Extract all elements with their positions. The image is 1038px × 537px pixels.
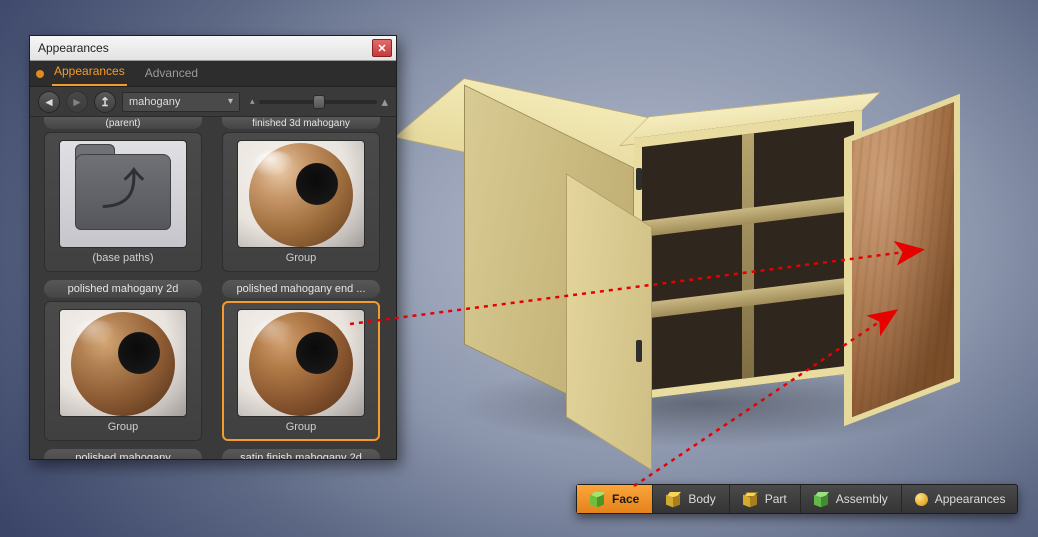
- target-face-button[interactable]: Face: [577, 485, 653, 513]
- nav-back-button[interactable]: ◄: [38, 91, 60, 113]
- cube-part-icon: [743, 492, 758, 507]
- nav-forward-button: ►: [66, 91, 88, 113]
- tile-sublabel: Group: [286, 252, 317, 264]
- tile-thumbnail[interactable]: Group: [44, 301, 202, 441]
- material-preview: [237, 140, 365, 248]
- appearance-tile-polished-mahogany-end[interactable]: polished mahogany end ... Group: [222, 280, 380, 441]
- hinge-icon: [636, 340, 642, 362]
- slider-large-icon: ▴: [381, 94, 388, 110]
- tile-header: satin finish mahogany 2d: [222, 449, 380, 459]
- target-body-button[interactable]: Body: [653, 485, 729, 513]
- cube-assembly-icon: [814, 492, 829, 507]
- target-label: Body: [688, 492, 715, 506]
- target-label: Assembly: [836, 492, 888, 506]
- tile-thumbnail[interactable]: ⤴ (base paths): [44, 132, 202, 272]
- tile-header: polished mahogany end ...: [222, 280, 380, 298]
- slider-track[interactable]: [259, 100, 378, 104]
- folder-up-icon: ⤴: [59, 140, 187, 248]
- appearances-panel: Appearances ✕ Appearances Advanced ◄ ► ↥…: [29, 35, 397, 460]
- hinge-icon: [636, 168, 642, 190]
- target-label: Part: [765, 492, 787, 506]
- target-appearances-button[interactable]: Appearances: [902, 485, 1019, 513]
- tab-appearances[interactable]: Appearances: [52, 59, 127, 86]
- door-right-highlight: [852, 102, 954, 417]
- appearance-ball-icon: [915, 493, 928, 506]
- material-preview: [59, 309, 187, 417]
- cabinet-door-right-face[interactable]: [844, 94, 960, 427]
- panel-title: Appearances: [38, 41, 109, 55]
- appearance-grid[interactable]: (parent) ⤴ (base paths) finishe: [30, 117, 396, 459]
- appearance-tile-finished-3d-mahogany[interactable]: finished 3d mahogany Group: [222, 117, 380, 272]
- target-label: Face: [612, 492, 639, 506]
- close-icon[interactable]: ✕: [372, 39, 392, 57]
- tile-sublabel: (base paths): [92, 252, 153, 264]
- tile-thumbnail-selected[interactable]: Group: [222, 301, 380, 441]
- tile-sublabel: Group: [286, 421, 317, 433]
- tile-thumbnail[interactable]: Group: [222, 132, 380, 272]
- appearance-tile-satin-finish-mahogany-2d[interactable]: satin finish mahogany 2d: [222, 449, 380, 459]
- chevron-down-icon: ▾: [228, 96, 233, 107]
- panel-tabs: Appearances Advanced: [30, 61, 396, 87]
- slider-thumb[interactable]: [313, 95, 325, 109]
- target-label: Appearances: [935, 492, 1006, 506]
- cabinet-interior: [634, 110, 862, 400]
- tile-sublabel: Group: [108, 421, 139, 433]
- tab-advanced[interactable]: Advanced: [143, 61, 200, 86]
- panel-titlebar[interactable]: Appearances ✕: [30, 36, 396, 61]
- tile-header: finished 3d mahogany: [222, 117, 380, 129]
- cube-face-icon: [590, 492, 605, 507]
- appearance-tile-parent[interactable]: (parent) ⤴ (base paths): [44, 117, 202, 272]
- breadcrumb[interactable]: mahogany ▾: [122, 92, 240, 112]
- appearance-target-bar: Face Body Part Assembly Appearances: [576, 484, 1018, 514]
- cube-body-icon: [666, 492, 681, 507]
- viewport-stage: Appearances ✕ Appearances Advanced ◄ ► ↥…: [0, 0, 1038, 537]
- target-assembly-button[interactable]: Assembly: [801, 485, 902, 513]
- slider-small-icon: ▴: [250, 96, 255, 107]
- tile-header: polished mahogany 2d: [44, 280, 202, 298]
- cabinet-3d-model[interactable]: [430, 66, 990, 446]
- material-preview: [237, 309, 365, 417]
- nav-up-button[interactable]: ↥: [94, 91, 116, 113]
- appearance-tile-polished-mahogany-2d[interactable]: polished mahogany 2d Group: [44, 280, 202, 441]
- breadcrumb-label: mahogany: [129, 96, 180, 108]
- target-part-button[interactable]: Part: [730, 485, 801, 513]
- cabinet-divider: [742, 133, 754, 378]
- appearance-tile-polished-mahogany[interactable]: polished mahogany: [44, 449, 202, 459]
- tile-header: (parent): [44, 117, 202, 129]
- tile-header: polished mahogany: [44, 449, 202, 459]
- active-tab-indicator-icon: [36, 70, 44, 78]
- thumbnail-size-slider[interactable]: ▴ ▴: [246, 94, 388, 110]
- panel-toolbar: ◄ ► ↥ mahogany ▾ ▴ ▴: [30, 87, 396, 117]
